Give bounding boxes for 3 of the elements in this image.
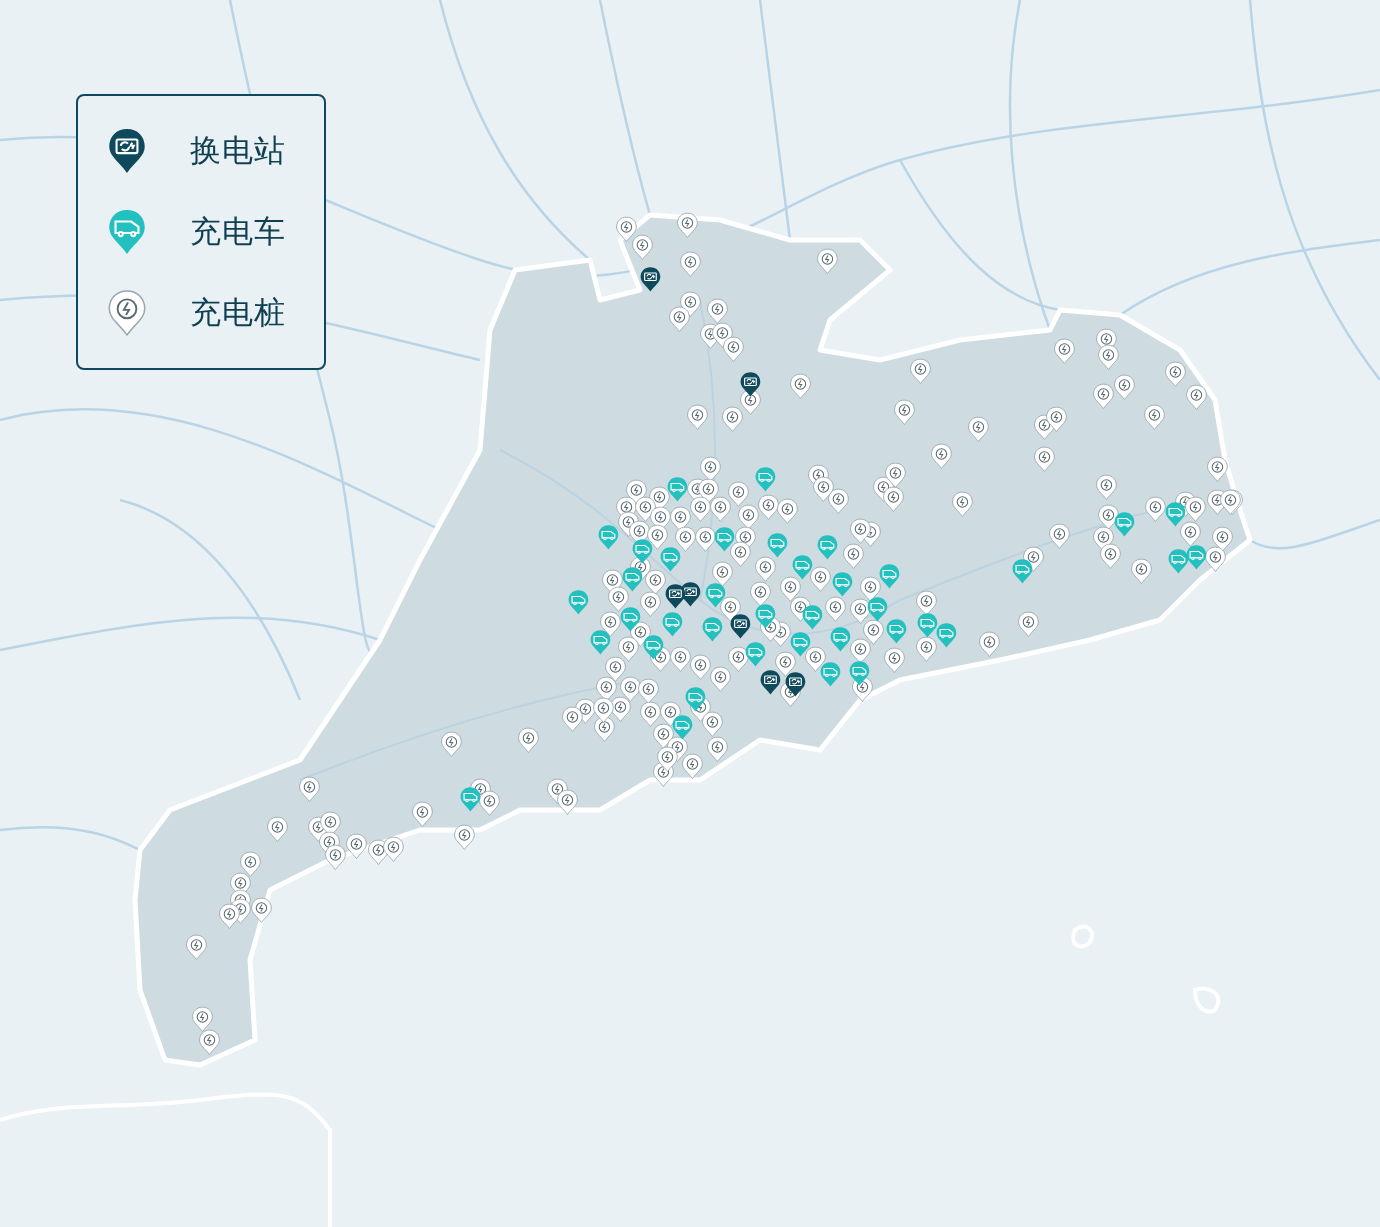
legend-label: 充电车 bbox=[190, 212, 286, 251]
legend-label: 换电站 bbox=[190, 130, 286, 170]
legend-label: 充电桩 bbox=[190, 293, 286, 333]
